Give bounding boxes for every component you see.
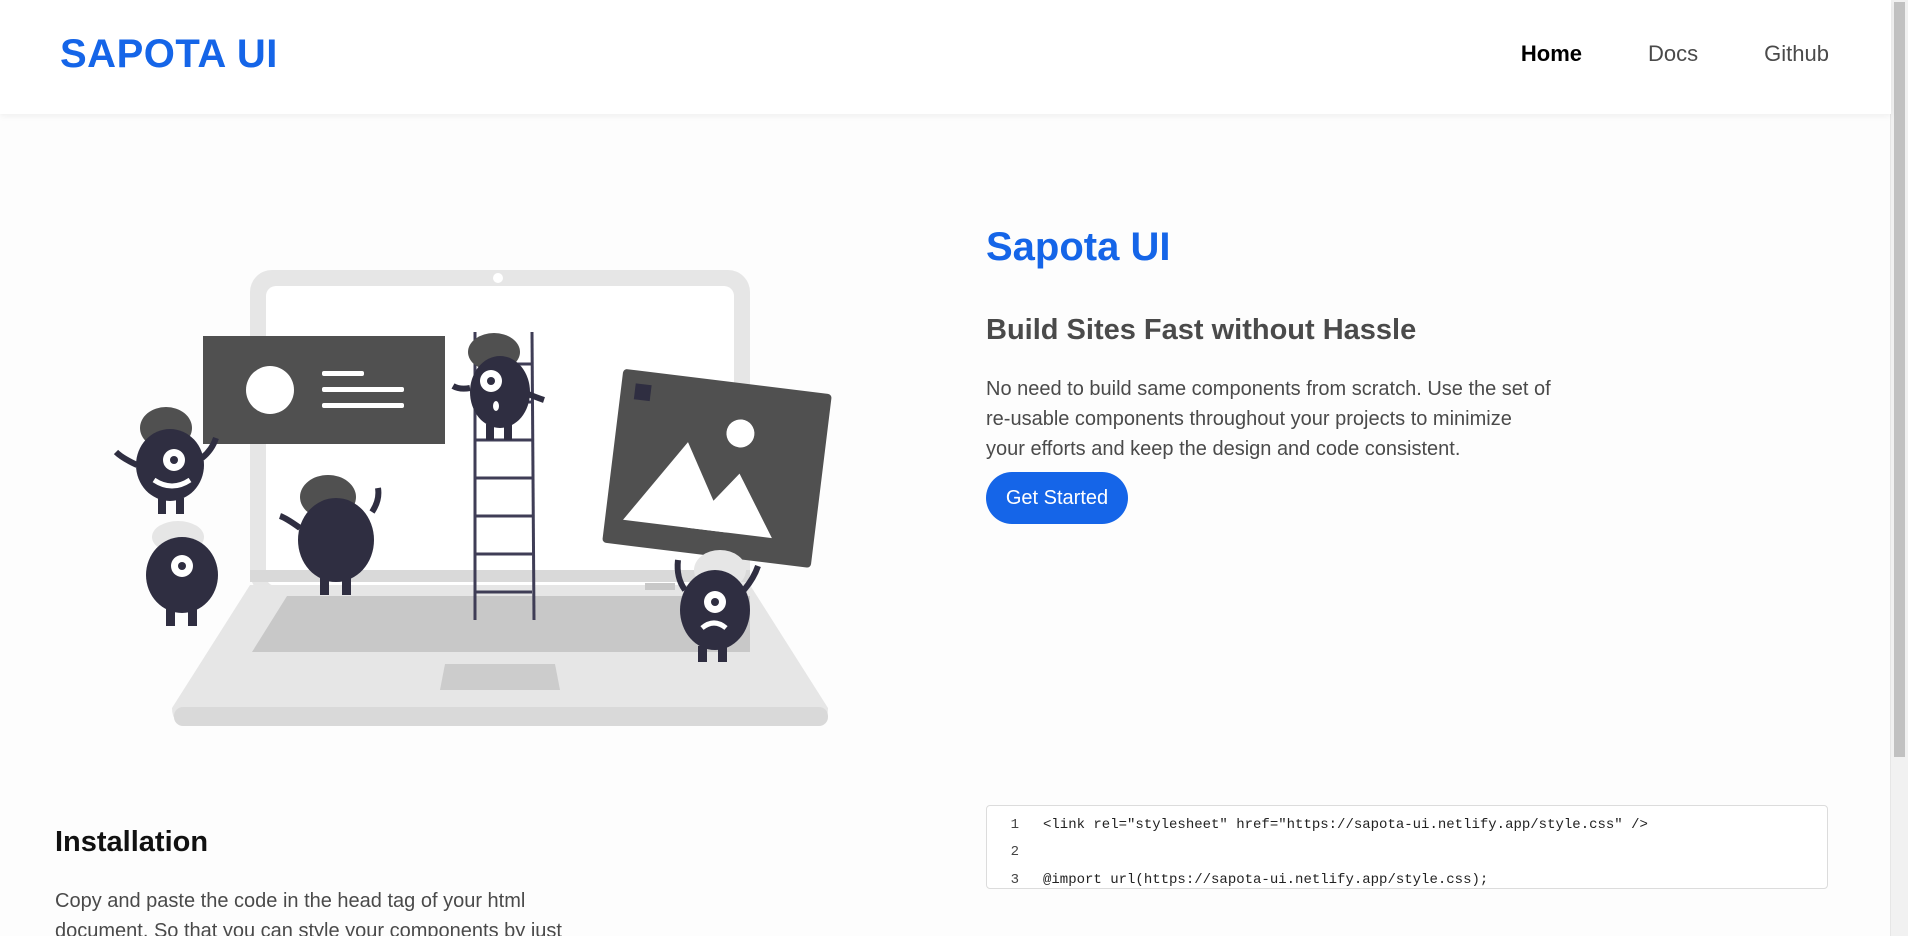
hero-illustration bbox=[113, 270, 832, 726]
installation-description: Copy and paste the code in the head tag … bbox=[55, 890, 562, 936]
line-number: 1 bbox=[1010, 816, 1019, 833]
hero-description: No need to build same components from sc… bbox=[986, 378, 1551, 460]
line-number: 3 bbox=[1010, 871, 1019, 888]
installation-title: Installation bbox=[55, 826, 209, 858]
hero-subtitle: Build Sites Fast without Hassle bbox=[986, 314, 1417, 346]
scrollbar-thumb[interactable] bbox=[1894, 2, 1905, 757]
code-line: 2 bbox=[987, 839, 1827, 867]
monster-character bbox=[113, 407, 219, 514]
page: SAPOTA UI Home Docs Github Sapota UI Bui… bbox=[0, 0, 1908, 936]
nav-link-docs[interactable]: Docs bbox=[1648, 40, 1698, 68]
nav-links: Home Docs Github bbox=[1455, 40, 1829, 68]
profile-card-graphic bbox=[203, 336, 445, 444]
brand-logo[interactable]: SAPOTA UI bbox=[60, 32, 278, 76]
code-line: 1 <link rel="stylesheet" href="https://s… bbox=[987, 811, 1827, 839]
nav-link-home[interactable]: Home bbox=[1521, 40, 1582, 68]
code-text: @import url(https://sapota-ui.netlify.ap… bbox=[1043, 871, 1489, 888]
code-text: <link rel="stylesheet" href="https://sap… bbox=[1043, 816, 1648, 833]
nav-link-github[interactable]: Github bbox=[1764, 40, 1829, 68]
code-line: 3 @import url(https://sapota-ui.netlify.… bbox=[987, 866, 1827, 894]
image-card-graphic bbox=[602, 369, 832, 568]
hero-title: Sapota UI bbox=[986, 225, 1171, 269]
line-number: 2 bbox=[1010, 844, 1019, 861]
navbar: SAPOTA UI Home Docs Github bbox=[0, 0, 1891, 114]
code-block[interactable]: 1 <link rel="stylesheet" href="https://s… bbox=[986, 805, 1828, 889]
monster-character bbox=[146, 521, 218, 626]
get-started-button[interactable]: Get Started bbox=[986, 472, 1128, 524]
vertical-scrollbar[interactable] bbox=[1890, 0, 1908, 936]
